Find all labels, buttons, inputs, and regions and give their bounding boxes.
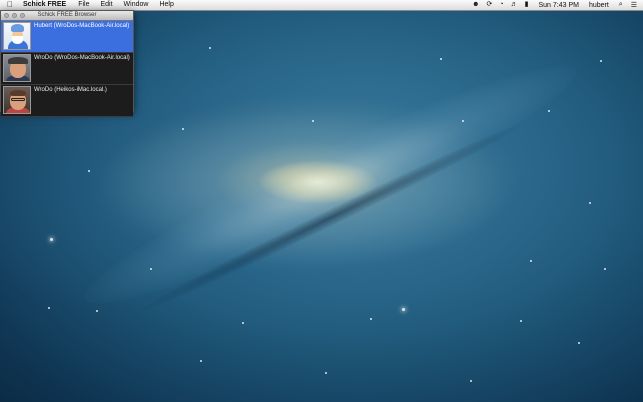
list-item[interactable]: Hubert (WroDos-MacBook-Air.local) [1,21,133,53]
star [242,322,244,324]
list-item-label: WroDo (WroDos-MacBook-Air.local) [34,55,130,61]
menu-app-name[interactable]: Schick FREE [23,0,66,10]
list-item-label: WroDo (Heikos-iMac.local.) [34,87,107,93]
star [312,120,314,122]
star [48,307,50,309]
star [548,110,550,112]
star [325,372,327,374]
star [88,170,90,172]
menu-edit[interactable]: Edit [100,0,112,10]
star [530,260,532,262]
menu-file[interactable]: File [78,0,89,10]
avatar [3,22,31,50]
star [462,120,464,122]
star [402,308,405,311]
star [200,360,202,362]
list-item[interactable]: WroDo (WroDos-MacBook-Air.local) [1,53,133,85]
star [50,238,53,241]
apple-icon[interactable]:  [7,0,15,10]
user-icon[interactable]: ☻ [472,0,479,10]
star [209,47,211,49]
menu-help[interactable]: Help [159,0,173,10]
star [182,128,184,130]
list-item[interactable]: WroDo (Heikos-iMac.local.) [1,85,133,117]
sync-icon[interactable]: ⟳ [487,0,493,10]
menubar-user[interactable]: hubert [589,2,609,9]
volume-icon[interactable]: ♬ [511,0,518,10]
battery-icon[interactable]: ▮ [525,0,529,10]
avatar [3,54,31,82]
star [589,202,591,204]
galaxy-band [70,39,590,331]
star [150,268,152,270]
avatar [3,86,31,114]
star [520,320,522,322]
browser-window: Schick FREE Browser Hubert (WroDos-MacBo… [0,10,134,117]
wifi-icon[interactable]: ◔ [499,0,503,10]
list-item-label: Hubert (WroDos-MacBook-Air.local) [34,23,130,29]
list-icon[interactable]: ☰ [631,1,637,9]
star [96,310,98,312]
window-titlebar[interactable]: Schick FREE Browser [1,11,133,21]
star [440,58,442,60]
star [370,318,372,320]
status-area: ☻ ⟳ ◔ ♬ ▮ Sun 7:43 PM hubert ⌕ ☰ [465,0,643,10]
star [604,268,606,270]
star [578,342,580,344]
window-title: Schick FREE Browser [37,12,97,18]
search-icon[interactable]: ⌕ [619,1,623,9]
menubar-clock[interactable]: Sun 7:43 PM [538,2,578,9]
star [470,380,472,382]
star [600,60,602,62]
menu-window[interactable]: Window [124,0,149,10]
